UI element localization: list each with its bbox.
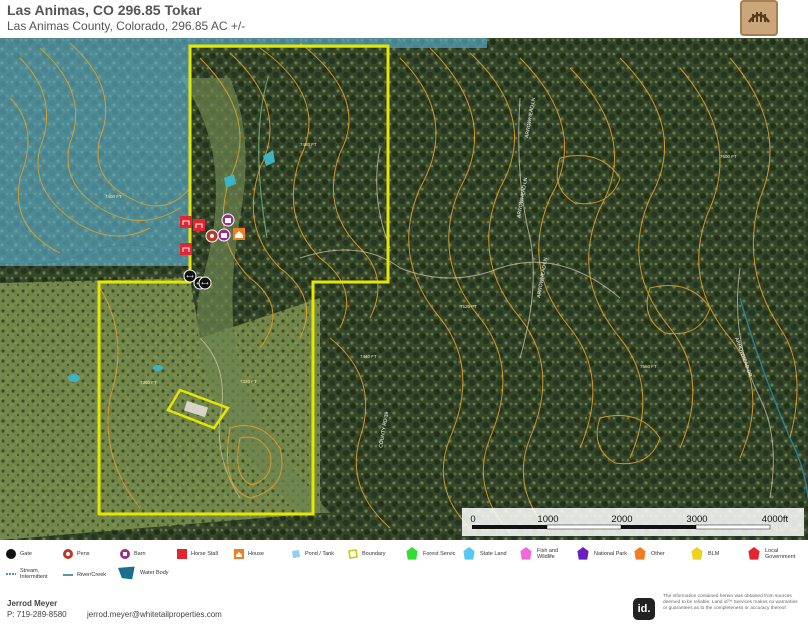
scale-tick-label: 1000 [537,514,558,525]
legend-item-fish-wildlife: Fish and Wildlife [519,547,563,561]
pond-icon [68,374,80,382]
aerial-map[interactable]: ⟷ ⟷ ⟷ COUNTY RD 39 ARROWHEAD LN ARROWHEA… [0,38,808,540]
barn-icon [120,549,130,559]
blm-icon [691,547,703,560]
fish-wildlife-icon [520,547,532,560]
pond-icon [292,550,300,558]
footer: Jerrod Meyer P: 719-289-8580 jerrod.meye… [0,590,808,625]
legend-item-local-government: Local Government [747,547,801,561]
legend-item-pond: Pond / Tank [291,549,334,559]
legend-item-state-land: State Land [462,547,507,561]
land-id-logo-icon: id. [633,598,655,620]
state-land-icon [463,547,475,560]
legend-item-horse-stall: Horse Stall [177,549,218,559]
contour-label: 7360 FT [140,380,157,385]
water-body-icon [118,566,135,580]
page-title: Las Animas, CO 296.85 Tokar [7,2,202,18]
legend-item-barn: Barn [120,549,146,559]
house-icon [234,549,244,559]
stream-intermittent-icon [6,573,16,575]
contour-label: 7480 FT [300,142,317,147]
contour-label: 7600 FT [720,154,737,159]
forest-service-icon [406,547,418,560]
legend-item-gate: Gate [6,549,32,559]
gate-icon [6,549,16,559]
horse-stall-icon[interactable] [180,216,192,228]
legend-item-national-park: National Park [576,547,628,561]
scale-tick-label: 3000 [686,514,707,525]
barn-icon[interactable] [217,228,231,242]
scale-tick-label: 4000ft [762,514,789,525]
legend-item-blm: BLM [690,547,719,561]
contour-label: 7400 FT [105,194,122,199]
river-icon [63,574,73,576]
scale-bar: 0 1000 2000 3000 4000ft [462,508,804,536]
legend-item-river: River/Creek [63,570,106,580]
legend-item-stream: Stream, Intermittent [6,568,54,580]
agent-phone[interactable]: P: 719-289-8580 [7,610,67,619]
agent-name: Jerrod Meyer [7,599,58,608]
legend-item-other: Other [633,547,665,561]
legend-item-boundary: Boundary [348,549,386,559]
pens-icon [63,549,73,559]
local-gov-icon [748,547,760,560]
legend-item-house: House [234,549,264,559]
scale-tick-label: 2000 [611,514,632,525]
contour-label: 7320 FT [240,379,257,384]
legend-item-water-body: Water Body [118,566,169,580]
horse-stall-icon [177,549,187,559]
gate-icon[interactable]: ⟷ [198,276,212,290]
boundary-icon [348,549,358,559]
horse-stall-icon[interactable] [193,219,205,231]
other-icon [634,547,646,560]
scale-tick-label: 0 [470,514,475,525]
svg-text:⟷: ⟷ [201,281,208,287]
page-subtitle: Las Animas County, Colorado, 296.85 AC +… [7,19,246,33]
disclaimer: The information contained herein was obt… [663,594,798,611]
contour-label: 7520 FT [460,304,477,309]
contour-label: 7560 FT [640,364,657,369]
house-icon[interactable] [233,228,245,240]
national-park-icon [577,547,589,560]
legend-item-forest-service: Forest Servic [405,547,455,561]
contour-label: 7440 FT [360,354,377,359]
header: Las Animas, CO 296.85 Tokar Las Animas C… [0,0,808,38]
pens-icon[interactable] [205,229,219,243]
agent-email[interactable]: jerrod.meyer@whitetailproperties.com [87,610,222,619]
brand-logo-icon [740,0,778,36]
svg-text:⟷: ⟷ [186,274,193,280]
map-legend: Gate Pens Barn Horse Stall House Pond / … [0,540,808,585]
meadow-terrain [0,278,320,540]
barn-icon[interactable] [221,213,235,227]
legend-item-pens: Pens [63,549,90,559]
horse-stall-icon[interactable] [180,243,192,255]
pond-icon [153,365,163,371]
